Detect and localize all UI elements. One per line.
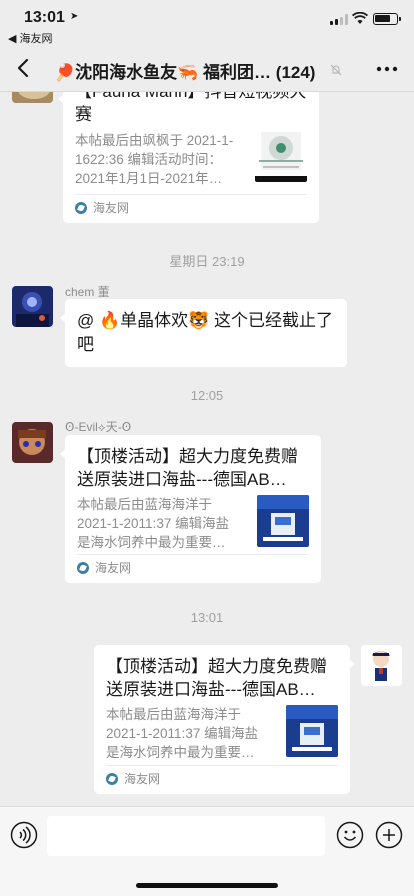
time-separator: 星期日 23:19 — [169, 254, 245, 269]
card-title: 【顶楼活动】超大力度免费赠送原装进口海盐---德国AB… — [106, 657, 327, 699]
card-description: 本帖最后由蓝海海洋于 2021-1-2011:37 编辑海盐是海水饲养中最为重要… — [106, 707, 259, 760]
status-bar: 13:01 ➤ ◀ 海友网 — [0, 0, 414, 46]
haiyou-logo-icon — [75, 201, 87, 214]
card-description: 本帖最后由蓝海海洋于 2021-1-2011:37 编辑海盐是海水饲养中最为重要… — [77, 497, 230, 550]
card-divider — [77, 554, 309, 555]
card-description: 本帖最后由飒枫于 2021-1-1622:36 编辑活动时间：2021年1月1日… — [75, 133, 234, 186]
message-bubble[interactable]: @ 🔥单晶体欢🐯 这个已经截止了吧 — [60, 299, 347, 367]
avatar[interactable] — [12, 92, 53, 103]
battery-icon — [373, 13, 401, 25]
haiyou-logo-icon — [106, 772, 118, 785]
card-title: 【Fauna Marin】抖音短视频大赛 — [75, 92, 306, 124]
card-source: 海友网 — [77, 559, 131, 576]
time-separator: 12:05 — [190, 388, 224, 403]
card-divider — [75, 194, 307, 195]
status-time: 13:01 — [24, 9, 65, 26]
message-input[interactable] — [47, 816, 325, 856]
wifi-icon — [352, 12, 368, 24]
card-source-name: 海友网 — [95, 561, 132, 575]
card-thumbnail — [257, 495, 309, 547]
input-bar — [0, 806, 414, 896]
sender-name: Ꙩ-Evil⟡天-Ꙩ — [65, 420, 132, 434]
more-dots-icon[interactable] — [376, 60, 398, 78]
chat-header: 🏓沈阳海水鱼友🦐 福利团… (124) — [0, 46, 414, 92]
sender-name: chem 董 — [65, 285, 110, 299]
avatar[interactable] — [361, 645, 402, 686]
back-to-app-link[interactable]: ◀ 海友网 — [8, 30, 53, 46]
voice-icon[interactable] — [10, 821, 38, 849]
card-thumbnail — [255, 130, 307, 182]
time-separator: 13:01 — [190, 610, 224, 625]
avatar[interactable] — [12, 286, 53, 327]
avatar[interactable] — [12, 422, 53, 463]
cellular-signal-icon — [330, 14, 348, 25]
message-list[interactable]: 【Fauna Marin】抖音短视频大赛 本帖最后由飒枫于 2021-1-162… — [0, 92, 414, 806]
chat-title: 🏓沈阳海水鱼友🦐 福利团… (124) — [54, 63, 316, 82]
emoji-icon[interactable] — [336, 821, 364, 849]
card-thumbnail — [286, 705, 338, 757]
haiyou-logo-icon — [77, 561, 89, 574]
bell-off-icon — [330, 64, 342, 76]
plus-icon[interactable] — [375, 821, 403, 849]
home-indicator[interactable] — [136, 883, 278, 888]
chevron-left-icon[interactable] — [12, 56, 36, 80]
link-card[interactable]: 【顶楼活动】超大力度免费赠送原装进口海盐---德国AB… 本帖最后由蓝海海洋于 … — [60, 435, 321, 583]
card-title: 【顶楼活动】超大力度免费赠送原装进口海盐---德国AB… — [77, 447, 298, 489]
link-card[interactable]: 【Fauna Marin】抖音短视频大赛 本帖最后由飒枫于 2021-1-162… — [58, 92, 319, 223]
location-arrow-icon: ➤ — [70, 11, 79, 22]
link-card[interactable]: 【顶楼活动】超大力度免费赠送原装进口海盐---德国AB… 本帖最后由蓝海海洋于 … — [94, 645, 355, 794]
card-source-name: 海友网 — [124, 772, 161, 786]
card-source: 海友网 — [75, 199, 129, 216]
card-divider — [106, 765, 338, 766]
card-source: 海友网 — [106, 770, 160, 787]
card-source-name: 海友网 — [93, 201, 130, 215]
